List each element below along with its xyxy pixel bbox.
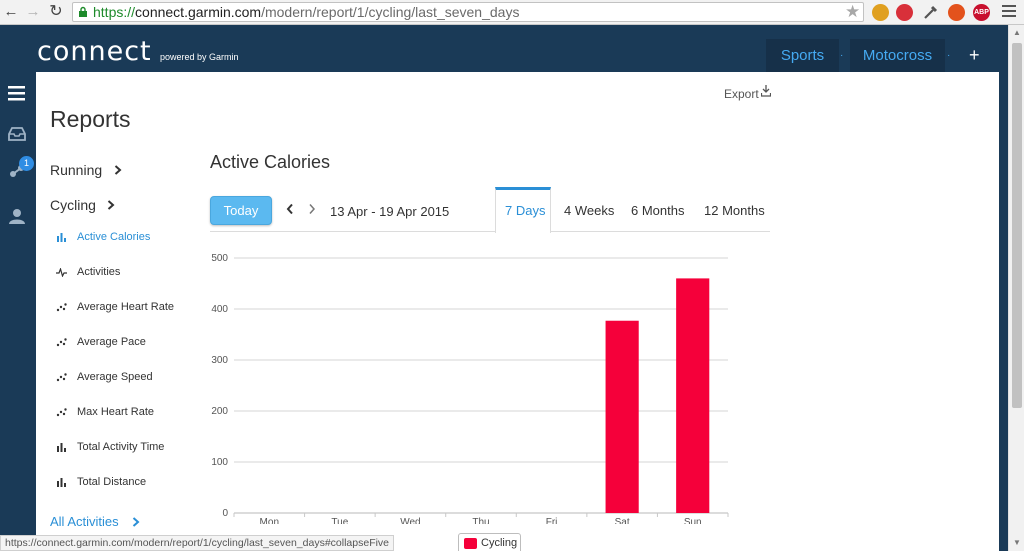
- bar-sat: [605, 320, 639, 513]
- browser-toolbar: ← → ↻ https://connect.garmin.com/modern/…: [0, 0, 1024, 25]
- sidebar-item-label: Average Heart Rate: [77, 301, 175, 313]
- sidebar-item-label: Active Calories: [77, 231, 151, 243]
- y-tick-label: 100: [211, 457, 228, 468]
- extension-fire-icon[interactable]: [948, 4, 965, 21]
- url-scheme: https://: [93, 4, 136, 20]
- url-host: connect.garmin.com: [135, 4, 262, 20]
- add-tab-button[interactable]: +: [969, 45, 980, 66]
- lock-icon: [79, 6, 87, 17]
- extension-stop-icon[interactable]: [896, 4, 913, 21]
- chevron-right-icon[interactable]: [107, 200, 115, 210]
- legend-swatch: [464, 538, 477, 549]
- sidebar-section-cycling[interactable]: Cycling: [50, 197, 96, 213]
- tab-4-weeks[interactable]: 4 Weeks: [564, 203, 614, 218]
- scatter-icon: [56, 408, 67, 417]
- download-icon[interactable]: [761, 85, 771, 97]
- tab-sports[interactable]: Sports: [766, 39, 839, 72]
- y-tick-label: 300: [211, 355, 228, 366]
- active-calories-chart: 0 100 200 300 400 500 Mon Tue Wed Thu Fri Sat Sun: [211, 253, 729, 524]
- all-activities-link[interactable]: All Activities: [50, 514, 119, 529]
- sidebar-item-label: Total Activity Time: [77, 441, 165, 453]
- tab-separator: ·: [840, 50, 844, 61]
- x-tick-label: Tue: [331, 517, 348, 524]
- y-tick-label: 400: [211, 304, 228, 315]
- scroll-thumb[interactable]: [1012, 43, 1022, 408]
- sidebar-item-label: Activities: [77, 266, 121, 278]
- pulse-icon: [56, 268, 67, 277]
- scatter-icon: [56, 303, 67, 312]
- forward-arrow-icon[interactable]: →: [24, 3, 42, 21]
- x-tick-label: Mon: [260, 517, 279, 524]
- page-title: Reports: [50, 106, 131, 132]
- connect-logo[interactable]: connect: [37, 36, 152, 67]
- chevron-right-icon[interactable]: [114, 165, 122, 175]
- url-path: /modern/report/1/cycling/last_seven_days: [261, 4, 520, 20]
- bar-chart-icon: [57, 478, 66, 487]
- bar-chart-icon: [57, 443, 66, 452]
- y-tick-label: 0: [222, 508, 228, 519]
- logo-subtitle: powered by Garmin: [160, 52, 239, 62]
- export-button[interactable]: Export: [724, 87, 759, 101]
- profile-icon[interactable]: [8, 207, 26, 225]
- inbox-icon[interactable]: [8, 125, 26, 143]
- tab-7-days[interactable]: 7 Days: [505, 203, 545, 218]
- y-tick-label: 200: [211, 406, 228, 417]
- chart-legend[interactable]: Cycling: [458, 533, 521, 551]
- bookmark-star-icon[interactable]: ★: [845, 2, 860, 22]
- date-range: 13 Apr - 19 Apr 2015: [330, 204, 450, 219]
- previous-period-icon[interactable]: [286, 203, 294, 215]
- x-tick-label: Sun: [684, 517, 702, 524]
- vertical-scrollbar[interactable]: ▲ ▼: [1008, 25, 1024, 551]
- bar-chart-icon: [57, 233, 66, 242]
- x-tick-label: Fri: [546, 517, 558, 524]
- tab-6-months[interactable]: 6 Months: [631, 203, 684, 218]
- scatter-icon: [56, 373, 67, 382]
- x-tick-label: Thu: [472, 517, 489, 524]
- sidebar-item-label: Total Distance: [77, 476, 147, 488]
- sidebar-item-label: Average Pace: [77, 336, 146, 348]
- extension-coin-icon[interactable]: [872, 4, 889, 21]
- today-button[interactable]: Today: [210, 196, 272, 225]
- extension-dropper-icon[interactable]: [922, 4, 939, 21]
- hamburger-menu-icon[interactable]: [8, 84, 26, 102]
- main-panel: Reports Export Running Cycling Active Ca…: [36, 72, 999, 551]
- next-period-icon[interactable]: [308, 203, 316, 215]
- tab-separator: ·: [947, 50, 951, 61]
- sidebar-item-label: Average Speed: [77, 371, 153, 383]
- tab-12-months[interactable]: 12 Months: [704, 203, 765, 218]
- x-tick-label: Wed: [400, 517, 420, 524]
- report-title: Active Calories: [210, 152, 331, 172]
- scroll-up-arrow-icon[interactable]: ▲: [1013, 28, 1021, 37]
- tab-motocross[interactable]: Motocross: [850, 39, 945, 72]
- status-bar-url: https://connect.garmin.com/modern/report…: [0, 535, 395, 551]
- sidebar-item-label: Max Heart Rate: [77, 406, 155, 418]
- adblock-icon[interactable]: ABP: [973, 4, 990, 21]
- legend-label: Cycling: [481, 537, 518, 549]
- address-bar[interactable]: https://connect.garmin.com/modern/report…: [72, 2, 864, 22]
- y-tick-label: 500: [211, 253, 228, 264]
- browser-menu-icon[interactable]: [1002, 5, 1016, 20]
- sidebar-section-running[interactable]: Running: [50, 162, 102, 178]
- chevron-right-icon[interactable]: [132, 517, 140, 527]
- x-tick-label: Sat: [615, 517, 630, 524]
- tabs-divider: [210, 231, 770, 232]
- left-rail: [0, 72, 36, 551]
- back-arrow-icon[interactable]: ←: [2, 3, 20, 21]
- notification-badge: 1: [19, 156, 34, 171]
- bar-sun: [676, 278, 710, 513]
- scroll-down-arrow-icon[interactable]: ▼: [1013, 538, 1021, 547]
- app-header: connect powered by Garmin Sports · Motoc…: [0, 25, 1008, 72]
- reload-icon[interactable]: ↻: [47, 3, 65, 21]
- scatter-icon: [56, 338, 67, 347]
